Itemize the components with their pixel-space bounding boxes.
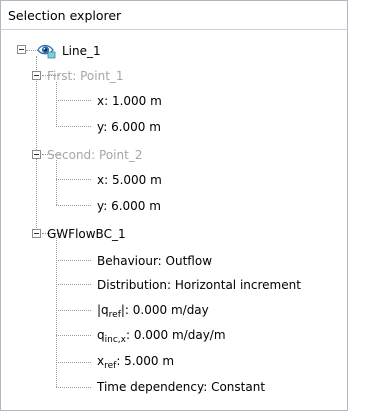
tree-connector	[56, 126, 91, 128]
tree-connector	[56, 260, 91, 262]
selection-explorer-panel: Selection explorer Line_1 First: Point_1…	[0, 0, 378, 411]
qinc-value: : 0.000 m/day/m	[125, 328, 226, 342]
tree-connector	[56, 335, 91, 337]
tree-connector	[56, 362, 91, 364]
tree-connector	[56, 205, 91, 207]
qinc-subscript: inc,x	[104, 335, 126, 345]
collapse-toggle-second[interactable]	[32, 150, 41, 159]
collapse-toggle-line[interactable]	[17, 45, 26, 54]
qinc-prefix: q	[97, 328, 105, 342]
tree-item-label: Time dependency: Constant	[97, 380, 266, 394]
tree-connector	[56, 387, 91, 389]
tree-item-label: y: 6.000 m	[97, 120, 161, 134]
tree-connector	[56, 179, 91, 181]
tree-item-label: y: 6.000 m	[97, 199, 161, 213]
tree-connector	[56, 100, 91, 102]
qref-subscript: ref	[108, 310, 121, 320]
collapse-toggle-first[interactable]	[32, 71, 41, 80]
tree-connector	[36, 56, 38, 236]
tree-connector	[56, 310, 91, 312]
qref-value: |: 0.000 m/day	[120, 303, 209, 317]
tree-item-label: First: Point_1	[47, 69, 124, 83]
tree-connector	[56, 82, 58, 127]
xref-subscript: ref	[104, 361, 117, 371]
tree-item-label: Line_1	[62, 44, 101, 58]
tree-connector	[56, 160, 58, 205]
qref-prefix: |q	[97, 303, 109, 317]
tree-item-label: x: 1.000 m	[97, 94, 162, 108]
tree-item-label: Distribution: Horizontal increment	[97, 278, 301, 292]
panel-title: Selection explorer	[0, 0, 348, 30]
tree-item-label: xref: 5.000 m	[97, 350, 174, 372]
eye-visibility-icon[interactable]	[37, 42, 56, 59]
tree-item-label: GWFlowBC_1	[47, 227, 126, 241]
tree-item-label: x: 5.000 m	[97, 173, 162, 187]
tree-item-label: |qref|: 0.000 m/day	[97, 299, 209, 321]
tree-connector	[56, 284, 91, 286]
collapse-toggle-gwflow[interactable]	[32, 229, 41, 238]
tree-item-label: Second: Point_2	[47, 148, 143, 162]
xref-value: : 5.000 m	[116, 354, 175, 368]
tree-item-label: Behaviour: Outflow	[97, 254, 213, 268]
tree-item-label: qinc,x: 0.000 m/day/m	[97, 324, 226, 346]
